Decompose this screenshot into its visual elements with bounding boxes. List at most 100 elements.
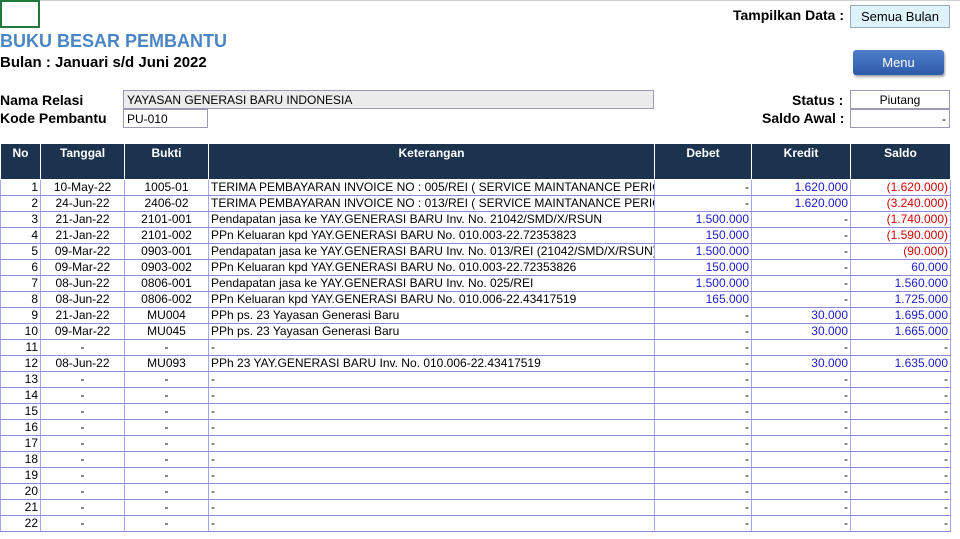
cell-bukti[interactable]: 0903-001 [124,243,209,260]
cell-bukti[interactable]: - [124,403,209,420]
cell-keterangan[interactable]: TERIMA PEMBAYARAN INVOICE NO : 005/REI (… [208,179,655,196]
cell-keterangan[interactable]: PPn Keluaran kpd YAY.GENERASI BARU No. 0… [208,227,655,244]
cell-no[interactable]: 5 [0,243,41,260]
cell-debet[interactable]: - [654,483,752,500]
cell-bukti[interactable]: - [124,387,209,404]
cell-no[interactable]: 12 [0,355,41,372]
cell-kredit[interactable]: - [751,275,851,292]
cell-keterangan[interactable]: PPn Keluaran kpd YAY.GENERASI BARU No. 0… [208,291,655,308]
cell-no[interactable]: 3 [0,211,41,228]
cell-tanggal[interactable]: - [40,467,125,484]
cell-debet[interactable]: 150.000 [654,259,752,276]
cell-debet[interactable]: - [654,307,752,324]
cell-no[interactable]: 10 [0,323,41,340]
cell-tanggal[interactable]: - [40,515,125,532]
cell-no[interactable]: 16 [0,419,41,436]
cell-no[interactable]: 7 [0,275,41,292]
cell-saldo[interactable]: 1.695.000 [850,307,951,324]
cell-tanggal[interactable]: - [40,435,125,452]
cell-bukti[interactable]: - [124,515,209,532]
cell-no[interactable]: 2 [0,195,41,212]
cell-saldo[interactable]: - [850,483,951,500]
cell-bukti[interactable]: 0806-001 [124,275,209,292]
cell-keterangan[interactable]: - [208,387,655,404]
cell-tanggal[interactable]: - [40,451,125,468]
cell-tanggal[interactable]: - [40,371,125,388]
cell-debet[interactable]: - [654,355,752,372]
cell-no[interactable]: 21 [0,499,41,516]
cell-bukti[interactable]: - [124,435,209,452]
cell-kredit[interactable]: 30.000 [751,307,851,324]
selected-cell[interactable] [0,0,40,28]
cell-bukti[interactable]: MU093 [124,355,209,372]
cell-keterangan[interactable]: - [208,435,655,452]
cell-keterangan[interactable]: - [208,371,655,388]
cell-no[interactable]: 22 [0,515,41,532]
cell-kredit[interactable]: - [751,467,851,484]
cell-tanggal[interactable]: - [40,403,125,420]
cell-saldo[interactable]: 1.560.000 [850,275,951,292]
cell-keterangan[interactable]: - [208,515,655,532]
cell-debet[interactable]: 1.500.000 [654,243,752,260]
cell-saldo[interactable]: - [850,467,951,484]
cell-keterangan[interactable]: PPh ps. 23 Yayasan Generasi Baru [208,307,655,324]
cell-keterangan[interactable]: - [208,451,655,468]
cell-saldo[interactable]: - [850,419,951,436]
cell-kredit[interactable]: - [751,499,851,516]
cell-no[interactable]: 11 [0,339,41,356]
cell-kredit[interactable]: - [751,403,851,420]
cell-kredit[interactable]: - [751,227,851,244]
saldo-awal-field[interactable]: - [850,109,950,128]
cell-bukti[interactable]: - [124,467,209,484]
cell-kredit[interactable]: - [751,435,851,452]
cell-no[interactable]: 20 [0,483,41,500]
cell-tanggal[interactable]: - [40,483,125,500]
cell-keterangan[interactable]: - [208,467,655,484]
cell-saldo[interactable]: 60.000 [850,259,951,276]
cell-saldo[interactable]: 1.635.000 [850,355,951,372]
cell-bukti[interactable]: 0903-002 [124,259,209,276]
cell-saldo[interactable]: - [850,403,951,420]
cell-debet[interactable]: - [654,387,752,404]
cell-tanggal[interactable]: 09-Mar-22 [40,323,125,340]
cell-bukti[interactable]: 2101-001 [124,211,209,228]
cell-tanggal[interactable]: 08-Jun-22 [40,355,125,372]
cell-tanggal[interactable]: 21-Jan-22 [40,307,125,324]
cell-no[interactable]: 13 [0,371,41,388]
cell-tanggal[interactable]: 09-Mar-22 [40,259,125,276]
cell-saldo[interactable]: - [850,515,951,532]
cell-kredit[interactable]: - [751,339,851,356]
cell-saldo[interactable]: - [850,435,951,452]
cell-saldo[interactable]: 1.665.000 [850,323,951,340]
cell-tanggal[interactable]: - [40,419,125,436]
cell-keterangan[interactable]: - [208,339,655,356]
cell-debet[interactable]: - [654,467,752,484]
cell-bukti[interactable]: - [124,483,209,500]
cell-tanggal[interactable]: 08-Jun-22 [40,275,125,292]
cell-kredit[interactable]: - [751,243,851,260]
cell-keterangan[interactable]: Pendapatan jasa ke YAY.GENERASI BARU Inv… [208,243,655,260]
cell-saldo[interactable]: (90.000) [850,243,951,260]
cell-bukti[interactable]: 2101-002 [124,227,209,244]
display-data-select[interactable]: Semua Bulan [850,5,950,28]
cell-debet[interactable]: 1.500.000 [654,275,752,292]
cell-no[interactable]: 8 [0,291,41,308]
cell-no[interactable]: 9 [0,307,41,324]
cell-debet[interactable]: 150.000 [654,227,752,244]
cell-saldo[interactable]: (1.620.000) [850,179,951,196]
cell-no[interactable]: 15 [0,403,41,420]
cell-bukti[interactable]: - [124,451,209,468]
cell-saldo[interactable]: - [850,451,951,468]
cell-tanggal[interactable]: 24-Jun-22 [40,195,125,212]
cell-saldo[interactable]: 1.725.000 [850,291,951,308]
cell-kredit[interactable]: 1.620.000 [751,179,851,196]
cell-keterangan[interactable]: TERIMA PEMBAYARAN INVOICE NO : 013/REI (… [208,195,655,212]
cell-no[interactable]: 1 [0,179,41,196]
cell-saldo[interactable]: (3.240.000) [850,195,951,212]
cell-debet[interactable]: - [654,339,752,356]
cell-bukti[interactable]: - [124,419,209,436]
cell-keterangan[interactable]: PPh ps. 23 Yayasan Generasi Baru [208,323,655,340]
cell-bukti[interactable]: 1005-01 [124,179,209,196]
cell-bukti[interactable]: 2406-02 [124,195,209,212]
cell-tanggal[interactable]: - [40,499,125,516]
